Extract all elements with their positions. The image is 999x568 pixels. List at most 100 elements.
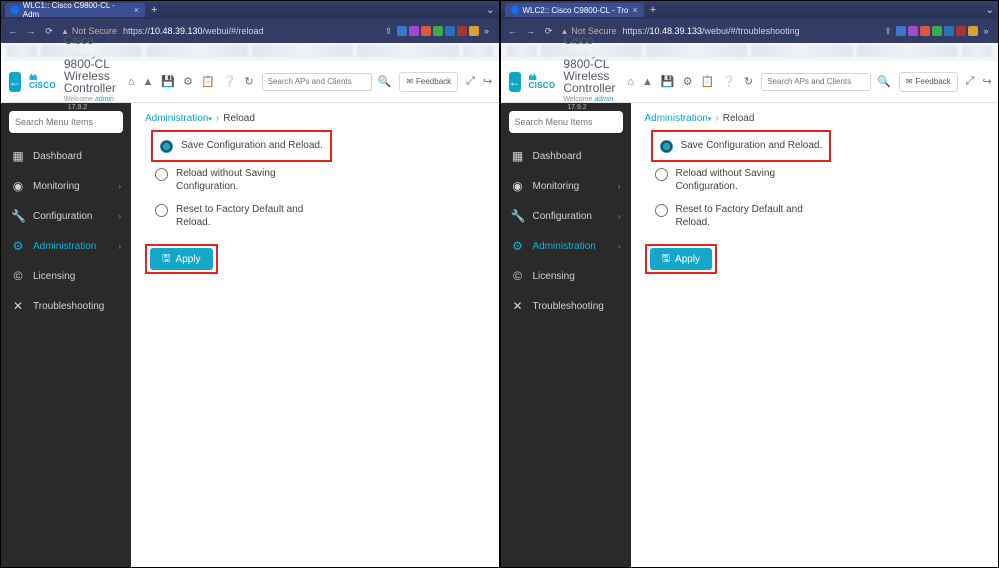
search-input[interactable] (262, 73, 372, 91)
help-icon[interactable]: ❔ (722, 75, 736, 88)
radio-reload-only[interactable] (155, 168, 168, 181)
sidebar-item-troubleshooting[interactable]: ✕Troubleshooting (501, 291, 631, 321)
radio-save-reload[interactable] (660, 140, 673, 153)
option-factory-reset[interactable]: Reset to Factory Default and Reload. (151, 198, 485, 234)
share-icon[interactable]: ⇪ (882, 26, 894, 37)
gear-icon[interactable]: ⚙ (183, 75, 193, 88)
option-save-reload[interactable]: Save Configuration and Reload. (656, 134, 827, 158)
tools-icon: ✕ (511, 299, 525, 313)
back-nav-button[interactable]: ← (9, 72, 21, 92)
page-title: Cisco Catalyst 9800-CL Wireless Controll… (563, 34, 615, 94)
home-icon[interactable]: ⌂ (627, 76, 634, 88)
option-reload-only[interactable]: Reload without Saving Configuration. (151, 162, 485, 198)
ext-icon[interactable] (968, 26, 978, 36)
menu-search-input[interactable] (509, 111, 623, 133)
close-icon[interactable]: × (134, 5, 139, 15)
wrench-icon: 🔧 (11, 209, 25, 223)
share-icon[interactable]: ⇪ (383, 26, 395, 37)
logout-icon[interactable]: ↪ (483, 75, 492, 88)
radio-save-reload[interactable] (160, 140, 173, 153)
search-icon[interactable]: 🔍 (877, 75, 891, 88)
reload-options: Save Configuration and Reload. Reload wi… (151, 130, 485, 234)
alert-icon[interactable]: ▲ (143, 76, 154, 88)
overflow-icon[interactable]: » (980, 26, 992, 36)
ext-icon[interactable] (932, 26, 942, 36)
sidebar-item-configuration[interactable]: 🔧Configuration› (1, 201, 131, 231)
tabs-menu-icon[interactable]: ⌄ (986, 5, 994, 16)
save-icon[interactable]: 💾 (161, 75, 175, 88)
ext-icon[interactable] (944, 26, 954, 36)
ext-icon[interactable] (908, 26, 918, 36)
radio-reload-only[interactable] (655, 168, 668, 181)
sidebar-item-configuration[interactable]: 🔧Configuration› (501, 201, 631, 231)
tabs-menu-icon[interactable]: ⌄ (486, 5, 494, 16)
help-icon[interactable]: ❔ (223, 75, 237, 88)
back-button[interactable]: ← (7, 26, 19, 36)
apply-button[interactable]: 🖫Apply (650, 248, 713, 270)
sidebar: ▦Dashboard ◉Monitoring› 🔧Configuration› … (501, 103, 631, 567)
url-field[interactable]: https://10.48.39.133/webui/#/troubleshoo… (622, 26, 799, 36)
ext-icon[interactable] (421, 26, 431, 36)
back-nav-button[interactable]: ← (509, 72, 521, 92)
sidebar-item-troubleshooting[interactable]: ✕Troubleshooting (1, 291, 131, 321)
back-button[interactable]: ← (507, 26, 519, 36)
paste-icon[interactable]: 📋 (201, 75, 215, 88)
fullscreen-icon[interactable]: ⤢ (466, 75, 475, 88)
radio-factory-reset[interactable] (655, 204, 668, 217)
sidebar-item-administration[interactable]: ⚙Administration› (1, 231, 131, 261)
gear-icon[interactable]: ⚙ (683, 75, 693, 88)
sidebar-item-licensing[interactable]: ©Licensing (1, 261, 131, 291)
ext-icon[interactable] (433, 26, 443, 36)
breadcrumb-root[interactable]: Administration (145, 113, 208, 124)
apply-button[interactable]: 🖫Apply (150, 248, 213, 270)
chevron-right-icon: › (118, 182, 121, 191)
ext-icon[interactable] (409, 26, 419, 36)
search-input[interactable] (761, 73, 871, 91)
home-icon[interactable]: ⌂ (128, 76, 135, 88)
chevron-right-icon: › (618, 242, 621, 251)
feedback-button[interactable]: ✉ Feedback (399, 72, 458, 92)
highlight-box: Save Configuration and Reload. (151, 130, 332, 162)
save-icon[interactable]: 💾 (661, 75, 675, 88)
ext-icon[interactable] (920, 26, 930, 36)
option-save-reload[interactable]: Save Configuration and Reload. (156, 134, 327, 158)
close-icon[interactable]: × (632, 5, 637, 15)
ext-icon[interactable] (457, 26, 467, 36)
ext-icon[interactable] (469, 26, 479, 36)
option-factory-reset[interactable]: Reset to Factory Default and Reload. (651, 198, 985, 234)
logout-icon[interactable]: ↪ (982, 75, 991, 88)
dashboard-icon: ▦ (511, 149, 525, 163)
sidebar-item-licensing[interactable]: ©Licensing (501, 261, 631, 291)
browser-tab[interactable]: WLC2:: Cisco C9800-CL - Tro × (505, 3, 644, 17)
radio-factory-reset[interactable] (155, 204, 168, 217)
sidebar-item-administration[interactable]: ⚙Administration› (501, 231, 631, 261)
overflow-icon[interactable]: » (481, 26, 493, 36)
refresh-icon[interactable]: ↻ (744, 75, 753, 88)
reload-button[interactable]: ⟳ (43, 26, 55, 37)
url-field[interactable]: https://10.48.39.130/webui/#/reload (123, 26, 264, 36)
fullscreen-icon[interactable]: ⤢ (966, 75, 975, 88)
browser-tab[interactable]: WLC1:: Cisco C9800-CL - Adm × (5, 3, 145, 17)
option-reload-only[interactable]: Reload without Saving Configuration. (651, 162, 985, 198)
sidebar-item-dashboard[interactable]: ▦Dashboard (1, 141, 131, 171)
new-tab-button[interactable]: + (151, 4, 157, 16)
ext-icon[interactable] (956, 26, 966, 36)
sidebar-item-monitoring[interactable]: ◉Monitoring› (501, 171, 631, 201)
breadcrumb-root[interactable]: Administration (645, 113, 708, 124)
ext-icon[interactable] (397, 26, 407, 36)
reload-button[interactable]: ⟳ (543, 26, 555, 37)
refresh-icon[interactable]: ↻ (244, 75, 253, 88)
forward-button[interactable]: → (25, 26, 37, 36)
menu-search-input[interactable] (9, 111, 123, 133)
ext-icon[interactable] (896, 26, 906, 36)
sidebar-item-dashboard[interactable]: ▦Dashboard (501, 141, 631, 171)
sidebar-item-monitoring[interactable]: ◉Monitoring› (1, 171, 131, 201)
search-icon[interactable]: 🔍 (378, 75, 392, 88)
ext-icon[interactable] (445, 26, 455, 36)
forward-button[interactable]: → (525, 26, 537, 36)
breadcrumb: Administration▾›Reload (145, 113, 485, 124)
paste-icon[interactable]: 📋 (700, 75, 714, 88)
feedback-button[interactable]: ✉ Feedback (899, 72, 958, 92)
new-tab-button[interactable]: + (650, 4, 656, 16)
alert-icon[interactable]: ▲ (642, 76, 653, 88)
